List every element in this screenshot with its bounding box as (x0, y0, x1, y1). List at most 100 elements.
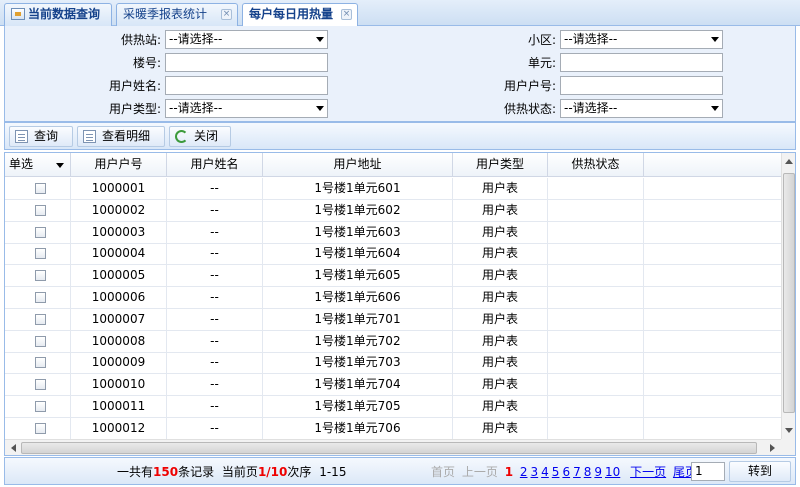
row-checkbox[interactable] (35, 226, 46, 238)
page-number-link[interactable]: 9 (594, 465, 602, 479)
view-detail-button[interactable]: 查看明细 (77, 126, 165, 147)
user-number-input[interactable] (560, 76, 723, 95)
page-number-link[interactable]: 10 (605, 465, 620, 479)
page-number-link[interactable]: 2 (520, 465, 528, 479)
prev-page-link[interactable]: 上一页 (462, 465, 498, 479)
row-checkbox[interactable] (35, 379, 46, 391)
row-checkbox[interactable] (35, 335, 46, 347)
table-row[interactable]: 1000008 -- 1号楼1单元702 用户表 (5, 330, 781, 353)
cell-user-number: 1000007 (71, 308, 167, 330)
cell-select (5, 417, 71, 439)
close-button[interactable]: 关闭 (169, 126, 231, 147)
row-checkbox[interactable] (35, 204, 46, 216)
table-row[interactable]: 1000011 -- 1号楼1单元705 用户表 (5, 396, 781, 418)
heating-station-select[interactable]: --请选择-- (165, 30, 328, 49)
cell-user-number: 1000004 (71, 243, 167, 265)
column-header-heating-status[interactable]: 供热状态 (548, 153, 644, 177)
page-number-link[interactable]: 6 (562, 465, 570, 479)
column-header-user-number[interactable]: 用户户号 (71, 153, 167, 177)
tab-close-icon[interactable]: × (341, 9, 352, 20)
scroll-right-arrow-icon[interactable] (770, 444, 775, 452)
unit-input[interactable] (560, 53, 723, 72)
scrollbar-corner (781, 439, 795, 455)
cell-user-address: 1号楼1单元701 (263, 308, 453, 330)
cell-select (5, 308, 71, 330)
scroll-down-arrow-icon[interactable] (785, 428, 793, 433)
tab-label: 每户每日用热量 (249, 7, 334, 21)
district-label: 小区: (527, 33, 556, 47)
cell-select (5, 243, 71, 265)
row-checkbox[interactable] (35, 292, 46, 303)
tab-heating-season-report[interactable]: 采暖季报表统计 × (116, 3, 238, 26)
row-checkbox[interactable] (35, 248, 46, 260)
query-doc-icon (15, 130, 28, 143)
cell-user-type: 用户表 (453, 243, 548, 265)
cell-heating-status (548, 330, 644, 352)
cell-heating-status (548, 199, 644, 221)
select-mode-dropdown[interactable]: 单选 (5, 153, 71, 177)
heating-station-label: 供热站: (120, 33, 161, 47)
table-row[interactable]: 1000012 -- 1号楼1单元706 用户表 (5, 417, 781, 440)
cell-user-name: -- (167, 287, 263, 308)
goto-button[interactable]: 转到 (729, 461, 791, 482)
table-row[interactable]: 1000001 -- 1号楼1单元601 用户表 (5, 178, 781, 200)
cell-user-name: -- (167, 352, 263, 374)
table-row[interactable]: 1000009 -- 1号楼1单元703 用户表 (5, 352, 781, 375)
row-checkbox[interactable] (35, 270, 46, 282)
page-number-link[interactable]: 7 (573, 465, 581, 479)
tab-current-data-query[interactable]: 当前数据查询 (4, 3, 112, 26)
table-row[interactable]: 1000006 -- 1号楼1单元606 用户表 (5, 287, 781, 309)
page-number-link[interactable]: 5 (552, 465, 560, 479)
cell-user-type: 用户表 (453, 221, 548, 243)
table-row[interactable]: 1000002 -- 1号楼1单元602 用户表 (5, 199, 781, 222)
user-name-input[interactable] (165, 76, 328, 95)
heating-status-select[interactable]: --请选择-- (560, 99, 723, 118)
table-row[interactable]: 1000004 -- 1号楼1单元604 用户表 (5, 243, 781, 266)
cell-user-number: 1000001 (71, 178, 167, 199)
user-type-select[interactable]: --请选择-- (165, 99, 328, 118)
tab-daily-heat-per-household[interactable]: 每户每日用热量 × (242, 3, 358, 27)
tab-close-icon[interactable]: × (221, 9, 232, 20)
scroll-left-arrow-icon[interactable] (11, 444, 16, 452)
column-header-user-name[interactable]: 用户姓名 (167, 153, 263, 177)
cell-select (5, 265, 71, 287)
scroll-up-arrow-icon[interactable] (785, 159, 793, 164)
row-checkbox[interactable] (35, 422, 46, 434)
query-button[interactable]: 查询 (9, 126, 73, 147)
horizontal-scroll-thumb[interactable] (21, 442, 757, 454)
table-row[interactable]: 1000010 -- 1号楼1单元704 用户表 (5, 374, 781, 397)
total-suffix: 条记录 (178, 465, 215, 479)
vertical-scroll-thumb[interactable] (783, 173, 795, 413)
table-row[interactable]: 1000007 -- 1号楼1单元701 用户表 (5, 308, 781, 331)
cell-select (5, 330, 71, 352)
user-number-label: 用户户号: (503, 79, 556, 93)
page-number-link[interactable]: 8 (584, 465, 592, 479)
cell-user-type: 用户表 (453, 352, 548, 374)
district-select[interactable]: --请选择-- (560, 30, 723, 49)
goto-page-input[interactable]: 1 (691, 462, 725, 481)
next-page-link[interactable]: 下一页 (630, 465, 666, 479)
column-header-user-type[interactable]: 用户类型 (453, 153, 548, 177)
cell-heating-status (548, 417, 644, 439)
first-page-link[interactable]: 首页 (431, 465, 455, 479)
table-row[interactable]: 1000005 -- 1号楼1单元605 用户表 (5, 265, 781, 288)
row-checkbox[interactable] (35, 313, 46, 325)
select-dropdown-icon (56, 163, 64, 168)
cell-heating-status (548, 243, 644, 265)
cell-user-type: 用户表 (453, 396, 548, 417)
page-number-link[interactable]: 4 (541, 465, 549, 479)
vertical-scrollbar[interactable] (781, 153, 795, 439)
cell-heating-status (548, 374, 644, 396)
page-number-link[interactable]: 3 (531, 465, 539, 479)
query-button-label: 查询 (34, 129, 59, 143)
row-checkbox[interactable] (35, 357, 46, 369)
cell-user-number: 1000005 (71, 265, 167, 287)
cell-user-type: 用户表 (453, 178, 548, 199)
table-row[interactable]: 1000003 -- 1号楼1单元603 用户表 (5, 221, 781, 244)
row-checkbox[interactable] (35, 183, 46, 194)
building-label: 楼号: (132, 56, 161, 70)
building-input[interactable] (165, 53, 328, 72)
row-checkbox[interactable] (35, 401, 46, 412)
column-header-user-address[interactable]: 用户地址 (263, 153, 453, 177)
horizontal-scrollbar[interactable] (5, 439, 781, 455)
